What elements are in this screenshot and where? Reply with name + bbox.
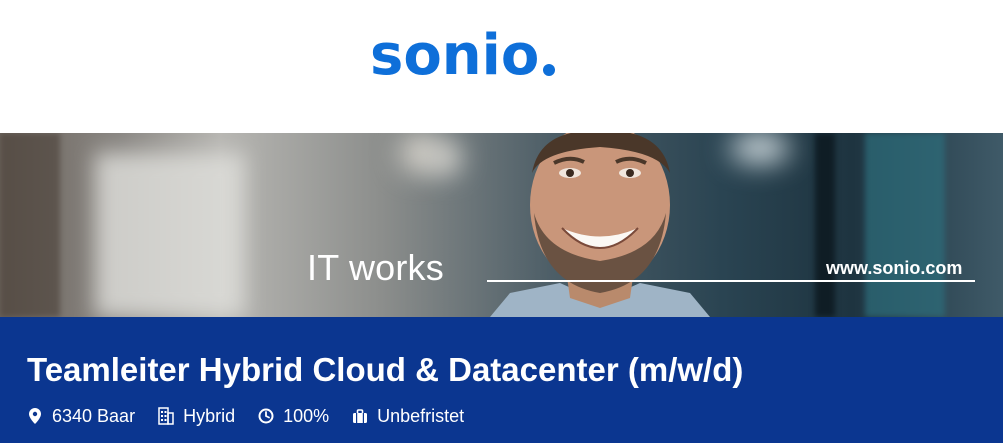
job-info-bar: Teamleiter Hybrid Cloud & Datacenter (m/… [0,317,1003,443]
workload-meta: 100% [258,407,329,425]
location-label: 6340 Baar [52,406,136,426]
location-meta: 6340 Baar [27,407,135,425]
logo-dot [543,64,556,76]
banner-tagline: IT works [307,247,444,288]
website-link[interactable]: www.sonio.com [826,259,962,277]
briefcase-icon [352,407,368,425]
location-pin-icon [27,407,43,425]
contract-label: Unbefristet [377,406,465,426]
portrait-image [490,133,710,317]
building-icon [158,407,174,425]
workload-label: 100% [283,406,330,426]
job-title: Teamleiter Hybrid Cloud & Datacenter (m/… [27,351,744,388]
contract-meta: Unbefristet [352,407,464,425]
clock-icon [258,407,274,425]
workmode-label: Hybrid [183,406,236,426]
background-window-light [95,153,245,317]
company-logo: sonio [370,14,556,88]
header: sonio [0,0,1003,133]
workmode-meta: Hybrid [158,407,235,425]
tagline-divider [487,280,975,282]
job-meta: 6340 Baar Hybrid 100% Unbefristet [27,407,487,425]
hero-banner: IT works www.sonio.com [0,133,1003,317]
job-posting-page: sonio IT works www.sonio.com Teamleiter … [0,0,1003,443]
logo-text: sonio [370,23,540,88]
